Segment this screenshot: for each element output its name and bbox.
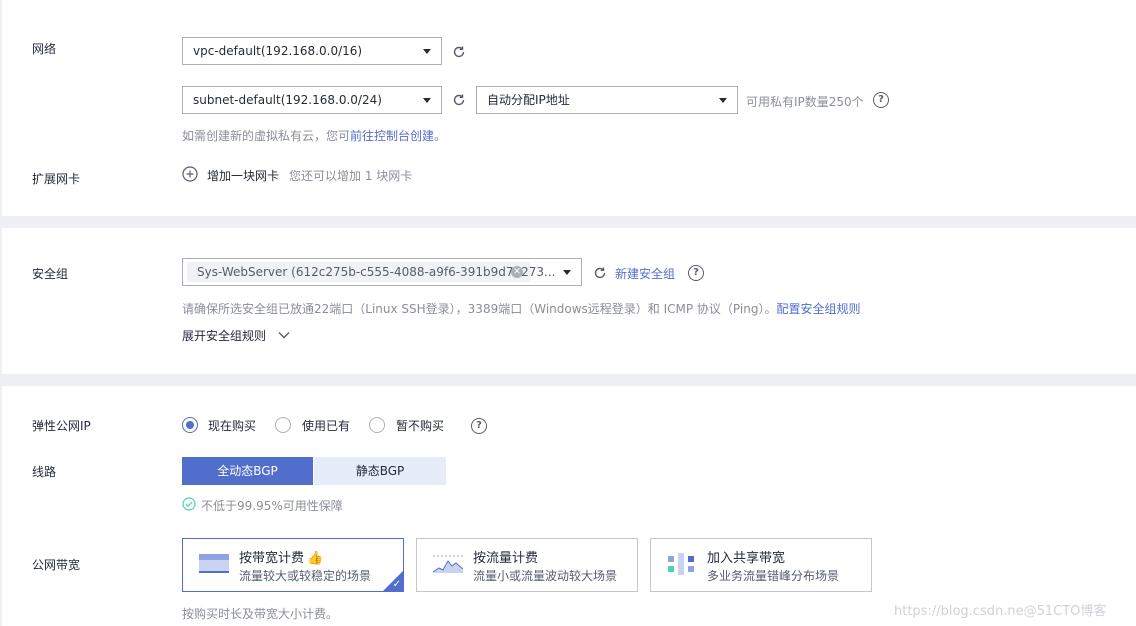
- billing-card-desc: 流量小或流量波动较大场景: [473, 569, 618, 583]
- traffic-billing-icon: [432, 552, 464, 577]
- console-create-link[interactable]: 前往控制台创建: [350, 129, 434, 143]
- eip-radio-buy-now[interactable]: [182, 417, 198, 433]
- watermark: https://blog.csdn.ne@51CTO博客: [894, 604, 1107, 619]
- network-card: 网络 vpc-default(192.168.0.0/16) subnet-de…: [2, 0, 1136, 216]
- availability-text: 不低于99.95%可用性保障: [201, 499, 343, 513]
- security-group-hint: 请确保所选安全组已放通22端口（Linux SSH登录），3389端口（Wind…: [182, 300, 860, 317]
- eip-radio-not-buy[interactable]: [369, 417, 385, 433]
- billing-card-title: 加入共享带宽: [707, 551, 786, 566]
- billing-card-by-bandwidth[interactable]: 按带宽计费 👍 流量较大或较稳定的场景 ✓: [182, 538, 404, 592]
- refresh-icon[interactable]: [452, 45, 466, 62]
- eip-radio-use-existing[interactable]: [275, 417, 291, 433]
- security-group-value: Sys-WebServer (612c275b-c555-4088-a9f6-3…: [197, 265, 556, 279]
- chevron-down-icon: [278, 328, 290, 342]
- check-circle-icon: [182, 497, 196, 514]
- help-icon[interactable]: ?: [873, 92, 889, 108]
- expand-rules-label: 展开安全组规则: [182, 329, 267, 343]
- network-hint: 如需创建新的虚拟私有云，您可前往控制台创建。: [182, 127, 446, 144]
- security-group-label: 安全组: [32, 267, 69, 281]
- chevron-down-icon: [423, 98, 431, 103]
- billing-card-title-text: 按带宽计费: [239, 551, 305, 566]
- eip-option-use-existing[interactable]: 使用已有: [302, 417, 350, 434]
- check-icon: ✓: [392, 579, 401, 590]
- security-group-card: 安全组 Sys-WebServer (612c275b-c555-4088-a9…: [2, 228, 1136, 374]
- network-hint-text: 如需创建新的虚拟私有云，您可: [182, 129, 351, 143]
- ip-mode-select-value: 自动分配IP地址: [487, 93, 570, 107]
- help-icon[interactable]: ?: [688, 265, 704, 281]
- available-ip-count: 可用私有IP数量250个: [746, 95, 864, 109]
- add-nic-label: 增加一块网卡: [207, 169, 280, 183]
- network-hint-suffix: 。: [434, 129, 447, 143]
- line-option-dynamic-bgp-label: 全动态BGP: [217, 464, 278, 478]
- security-group-hint-text: 请确保所选安全组已放通22端口（Linux SSH登录），3389端口（Wind…: [182, 302, 777, 316]
- thumbs-up-icon: 👍: [307, 551, 324, 566]
- line-option-static-bgp-label: 静态BGP: [355, 464, 405, 478]
- refresh-icon[interactable]: [452, 93, 466, 110]
- shared-bandwidth-icon: [667, 552, 697, 579]
- line-option-dynamic-bgp[interactable]: 全动态BGP: [182, 457, 313, 485]
- eip-option-buy-now[interactable]: 现在购买: [208, 417, 256, 434]
- refresh-icon[interactable]: [593, 266, 607, 283]
- plus-circle-icon: [182, 166, 198, 185]
- security-group-select[interactable]: Sys-WebServer (612c275b-c555-4088-a9f6-3…: [182, 258, 582, 286]
- create-security-group-link[interactable]: 新建安全组: [615, 265, 675, 282]
- billing-card-title: 按流量计费: [473, 551, 539, 566]
- billing-card-by-traffic[interactable]: 按流量计费 流量小或流量波动较大场景: [416, 538, 638, 592]
- ext-nic-label: 扩展网卡: [32, 172, 81, 186]
- eip-label: 弹性公网IP: [32, 419, 91, 433]
- billing-card-desc: 流量较大或较稳定的场景: [239, 569, 372, 583]
- vpc-select[interactable]: vpc-default(192.168.0.0/16): [182, 37, 442, 65]
- vpc-select-value: vpc-default(192.168.0.0/16): [193, 44, 363, 58]
- bandwidth-billing-icon: [199, 552, 229, 577]
- network-label: 网络: [32, 42, 57, 56]
- ip-mode-select[interactable]: 自动分配IP地址: [476, 86, 738, 114]
- clear-icon[interactable]: ✕: [511, 266, 523, 278]
- expand-rules-toggle[interactable]: 展开安全组规则: [182, 327, 290, 344]
- security-group-tag: Sys-WebServer (612c275b-c555-4088-a9f6-3…: [187, 262, 555, 282]
- chevron-down-icon: [423, 49, 431, 54]
- subnet-select-value: subnet-default(192.168.0.0/24): [193, 93, 382, 107]
- billing-card-desc: 多业务流量错峰分布场景: [707, 569, 840, 583]
- ext-nic-hint: 您还可以增加 1 块网卡: [289, 169, 413, 183]
- chevron-down-icon: [719, 98, 727, 103]
- bandwidth-footer-hint: 按购买时长及带宽大小计费。: [182, 607, 339, 621]
- eip-option-not-buy[interactable]: 暂不购买: [396, 417, 444, 434]
- billing-card-shared[interactable]: 加入共享带宽 多业务流量错峰分布场景: [650, 538, 872, 592]
- subnet-select[interactable]: subnet-default(192.168.0.0/24): [182, 86, 442, 114]
- line-label: 线路: [32, 465, 57, 479]
- billing-card-title: 按带宽计费 👍: [239, 547, 323, 566]
- help-icon[interactable]: ?: [471, 418, 487, 434]
- bandwidth-label: 公网带宽: [32, 558, 81, 572]
- chevron-down-icon: [563, 270, 571, 275]
- configure-rules-link[interactable]: 配置安全组规则: [776, 302, 860, 316]
- line-option-static-bgp[interactable]: 静态BGP: [314, 457, 446, 485]
